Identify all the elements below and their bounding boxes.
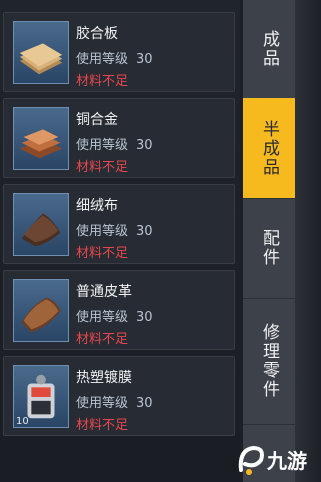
list-item-plywood[interactable]: 胶合板 使用等级 30 材料不足 bbox=[3, 12, 235, 92]
status-text: 材料不足 bbox=[76, 160, 129, 175]
tab-semi-finished[interactable]: 半成品 bbox=[243, 98, 295, 199]
item-name: 胶合板 bbox=[76, 26, 118, 42]
level-value: 30 bbox=[136, 138, 153, 153]
tab-label: 修理零件 bbox=[259, 323, 279, 399]
level-label: 使用等级 bbox=[76, 396, 129, 411]
item-name: 细绒布 bbox=[76, 198, 118, 214]
level-value: 30 bbox=[136, 396, 153, 411]
category-tabs: 成品 半成品 配件 修理零件 bbox=[243, 0, 295, 482]
watermark-logo: 九游 bbox=[238, 445, 307, 475]
level-value: 30 bbox=[136, 310, 153, 325]
thermoplastic-film-icon: 10 bbox=[13, 365, 69, 428]
leather-icon bbox=[13, 279, 69, 342]
tab-accessories[interactable]: 配件 bbox=[243, 198, 295, 299]
plywood-icon bbox=[13, 21, 69, 84]
list-item-thermoplastic-film[interactable]: 10 热塑镀膜 使用等级 30 材料不足 bbox=[3, 356, 235, 436]
tab-label: 半成品 bbox=[259, 119, 279, 177]
velvet-cloth-icon bbox=[13, 193, 69, 256]
right-panel-edge bbox=[295, 0, 321, 482]
watermark-text: 九游 bbox=[266, 449, 307, 473]
item-name: 热塑镀膜 bbox=[76, 370, 132, 386]
item-count: 10 bbox=[16, 416, 29, 427]
tab-finished-products[interactable]: 成品 bbox=[243, 0, 295, 99]
list-item-velvet-cloth[interactable]: 细绒布 使用等级 30 材料不足 bbox=[3, 184, 235, 264]
level-label: 使用等级 bbox=[76, 138, 129, 153]
item-level: 使用等级 30 bbox=[76, 220, 153, 239]
crafting-list: 胶合板 使用等级 30 材料不足 铜合金 使用等级 30 材料不足 细绒布 使用… bbox=[0, 0, 240, 482]
level-label: 使用等级 bbox=[76, 52, 129, 67]
list-item-leather[interactable]: 普通皮革 使用等级 30 材料不足 bbox=[3, 270, 235, 350]
copper-alloy-icon bbox=[13, 107, 69, 170]
status-text: 材料不足 bbox=[76, 418, 129, 433]
item-name: 铜合金 bbox=[76, 112, 118, 128]
item-level: 使用等级 30 bbox=[76, 392, 153, 411]
item-level: 使用等级 30 bbox=[76, 134, 153, 153]
item-level: 使用等级 30 bbox=[76, 306, 153, 325]
status-text: 材料不足 bbox=[76, 332, 129, 347]
status-text: 材料不足 bbox=[76, 74, 129, 89]
status-text: 材料不足 bbox=[76, 246, 129, 261]
level-label: 使用等级 bbox=[76, 224, 129, 239]
level-label: 使用等级 bbox=[76, 310, 129, 325]
item-level: 使用等级 30 bbox=[76, 48, 153, 67]
tab-label: 配件 bbox=[259, 229, 279, 267]
level-value: 30 bbox=[136, 224, 153, 239]
tab-repair-parts[interactable]: 修理零件 bbox=[243, 298, 295, 425]
tab-label: 成品 bbox=[259, 30, 279, 68]
item-name: 普通皮革 bbox=[76, 284, 132, 300]
level-value: 30 bbox=[136, 52, 153, 67]
list-item-copper-alloy[interactable]: 铜合金 使用等级 30 材料不足 bbox=[3, 98, 235, 178]
